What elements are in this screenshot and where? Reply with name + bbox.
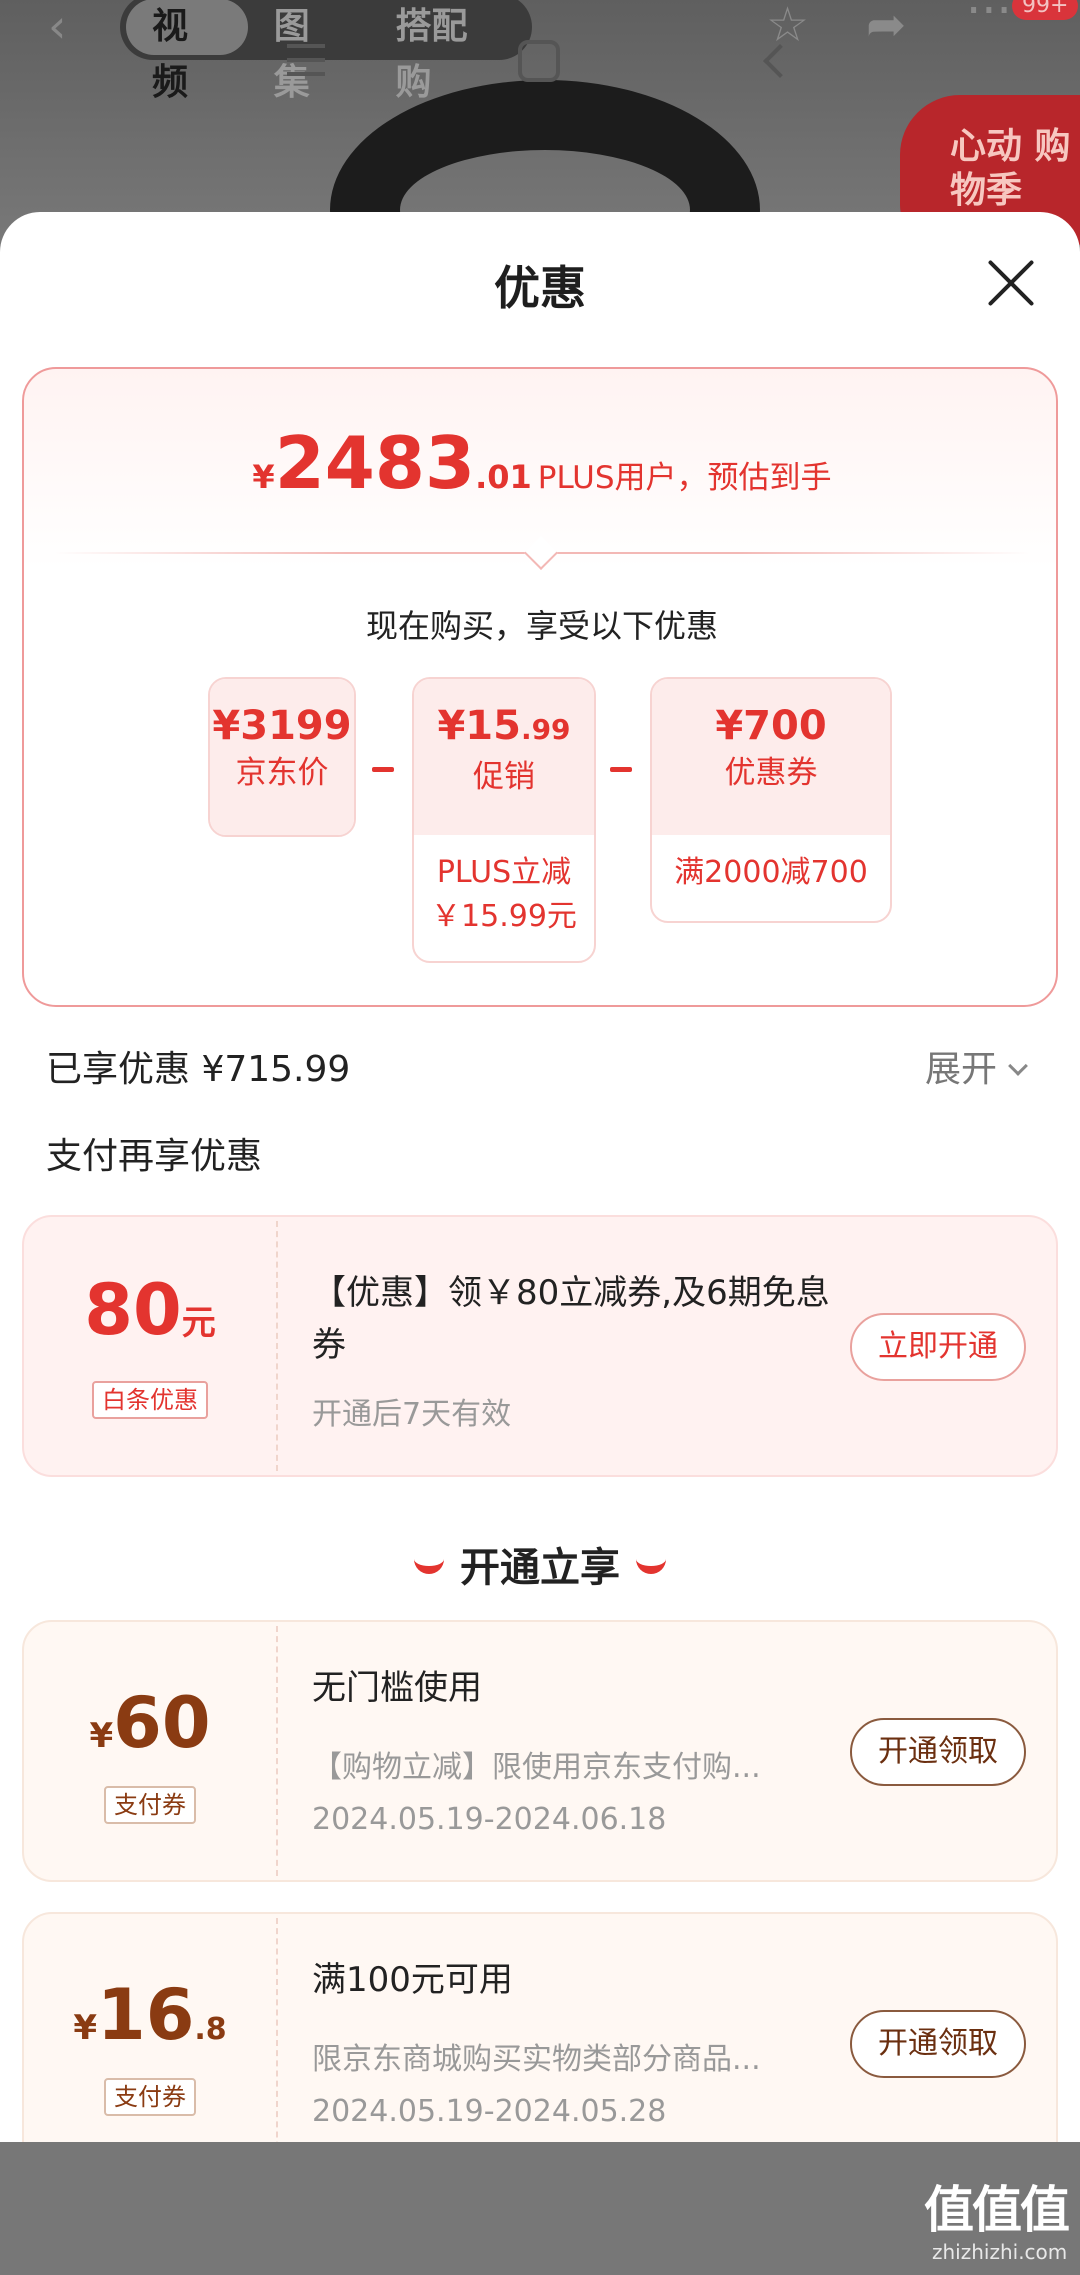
activate-claim-button[interactable]: 开通领取 <box>850 1718 1026 1786</box>
decor-icon <box>636 1558 666 1574</box>
dashed-divider <box>276 1221 278 1471</box>
chevron-down-icon <box>1008 1056 1028 1076</box>
coupon-desc: 限京东商城购买实物类部分商品... <box>312 2042 761 2077</box>
expand-button[interactable]: 展开 <box>925 1040 1028 1092</box>
system-nav-bar <box>0 2142 1080 2275</box>
media-tabs: 视频 图集 搭配购 <box>120 0 532 103</box>
discount-sheet: 优惠 ¥2483.01 PLUS用户，预估到手 现在购买，享受以下优惠 ¥3199… <box>0 212 1080 2142</box>
coupon-box: ¥700 优惠券 满2000减700 <box>650 677 892 923</box>
promotion-detail: PLUS立减 ￥15.99元 <box>431 855 577 934</box>
coupon-value: ¥700 <box>715 703 827 749</box>
price-decimal: .01 <box>475 458 532 496</box>
coupon-tag: 支付券 <box>24 1786 276 1824</box>
currency-symbol: ¥ <box>252 458 275 496</box>
coupon-tag: 支付券 <box>24 2078 276 2116</box>
coupon-title: 满100元可用 <box>312 1960 513 2000</box>
recent-apps-icon[interactable] <box>287 44 325 76</box>
decor-icon <box>414 1558 444 1574</box>
activate-claim-button[interactable]: 开通领取 <box>850 2010 1026 2078</box>
baitiao-coupon-card: 80元 白条优惠 【优惠】领￥80立减券,及6期免息券 开通后7天有效 立即开通 <box>22 1215 1058 1477</box>
share-icon[interactable]: ➦ <box>866 0 906 50</box>
promotion-label: 促销 <box>473 759 535 795</box>
promotion-value-decimal: .99 <box>520 713 571 746</box>
section-title: 开通立享 <box>460 1545 620 1591</box>
enjoy-text: 现在购买，享受以下优惠 <box>365 607 718 645</box>
coupon-desc: 【购物立减】限使用京东支付购... <box>312 1750 761 1785</box>
coupon-amount: ¥60 <box>89 1682 211 1764</box>
coupon-title: 无门槛使用 <box>312 1668 482 1708</box>
watermark-url: zhizhizhi.com <box>932 2240 1068 2264</box>
promotion-box: ¥15.99 促销 PLUS立减 ￥15.99元 <box>412 677 596 963</box>
coupon-detail: 满2000减700 <box>674 855 868 890</box>
minus-sign <box>372 767 394 772</box>
baitiao-desc: 开通后7天有效 <box>312 1397 512 1432</box>
baitiao-amount: 80元 <box>84 1269 216 1351</box>
baitiao-tag: 白条优惠 <box>24 1381 276 1419</box>
enjoyed-discount: 已享优惠 ¥715.99 <box>46 1049 351 1090</box>
baitiao-title: 【优惠】领￥80立减券,及6期免息券 <box>312 1273 830 1365</box>
coupon-date: 2024.05.19-2024.05.28 <box>312 2094 667 2129</box>
pay-coupon-card: ¥60 支付券 无门槛使用 【购物立减】限使用京东支付购... 2024.05.… <box>22 1620 1058 1882</box>
more-icon[interactable]: ··· <box>966 0 1012 36</box>
coupon-amount: ¥16.8 <box>73 1974 227 2056</box>
estimated-price: ¥2483.01 PLUS用户，预估到手 <box>24 421 1060 505</box>
pay-coupon-card: ¥16.8 支付券 满100元可用 限京东商城购买实物类部分商品... 2024… <box>22 1912 1058 2142</box>
close-icon[interactable] <box>984 256 1038 310</box>
estimate-label: PLUS用户，预估到手 <box>537 460 832 496</box>
jd-price-value: ¥3199 <box>212 703 352 749</box>
back-icon[interactable]: ‹ <box>48 3 88 49</box>
price-breakdown-card: ¥2483.01 PLUS用户，预估到手 现在购买，享受以下优惠 ¥3199 京东… <box>22 367 1058 1007</box>
coupon-date: 2024.05.19-2024.06.18 <box>312 1802 667 1837</box>
divider-arrow <box>524 536 558 570</box>
promotion-value: ¥15 <box>437 703 521 749</box>
tab-bundle[interactable]: 搭配购 <box>369 0 526 103</box>
expand-label: 展开 <box>925 1049 998 1090</box>
jd-price-box: ¥3199 京东价 <box>208 677 356 837</box>
tab-video[interactable]: 视频 <box>126 0 248 103</box>
home-icon[interactable] <box>518 40 560 82</box>
price-integer: 2483 <box>274 421 476 505</box>
star-icon[interactable]: ☆ <box>766 0 809 50</box>
minus-sign <box>610 767 632 772</box>
watermark-logo: 值值值 <box>924 2181 1070 2239</box>
activate-now-button[interactable]: 立即开通 <box>850 1313 1026 1381</box>
dashed-divider <box>276 1918 278 2142</box>
dashed-divider <box>276 1626 278 1876</box>
message-count-badge: 99+ <box>1012 0 1079 20</box>
pay-discount-title: 支付再享优惠 <box>46 1136 263 1177</box>
sheet-title: 优惠 <box>494 261 586 315</box>
section-header: 开通立享 <box>0 1535 1080 1593</box>
jd-price-label: 京东价 <box>235 755 329 791</box>
coupon-label: 优惠券 <box>724 755 818 791</box>
